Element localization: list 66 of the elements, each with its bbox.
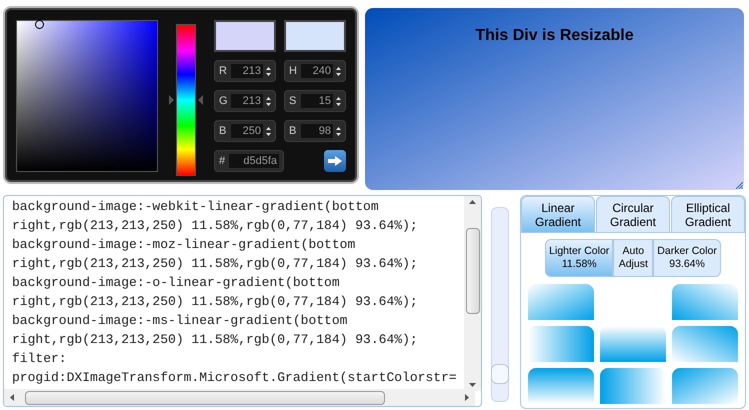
code-line: filter:: [12, 350, 67, 368]
option-button[interactable]: Darker Color 93.64%: [653, 239, 721, 277]
field-value: 213: [231, 94, 263, 108]
option-button[interactable]: Lighter Color 11.58%: [545, 239, 614, 277]
number-field[interactable]: B 250: [214, 120, 276, 142]
saturation-value-square[interactable]: [16, 20, 158, 172]
scroll-right-icon[interactable]: [465, 394, 469, 401]
field-value: 250: [231, 124, 263, 138]
code-line: right,rgb(213,213,250) 11.58%,rgb(0,77,184) 93.64%);: [12, 331, 418, 349]
horizontal-scrollbar[interactable]: [4, 389, 475, 406]
gradient-preset[interactable]: [600, 326, 666, 362]
scroll-down-icon[interactable]: [469, 383, 476, 387]
code-line: background-image:-moz-linear-gradient(bottom: [12, 236, 356, 254]
field-label: B: [219, 124, 228, 139]
hue-bar[interactable]: [176, 24, 196, 176]
spinner-icon[interactable]: [266, 126, 271, 136]
resize-handle-icon[interactable]: [736, 182, 743, 189]
gradient-preset[interactable]: [528, 368, 594, 404]
gradient-tab[interactable]: Elliptical Gradient: [671, 196, 745, 232]
field-label: H: [289, 64, 298, 79]
number-field[interactable]: R 213: [214, 60, 276, 82]
hex-field[interactable]: # d5d5fa: [214, 150, 284, 172]
spinner-icon[interactable]: [336, 66, 341, 76]
code-line: background-image:-o-linear-gradient(bottom: [12, 274, 340, 292]
preview-title: This Div is Resizable: [475, 26, 634, 46]
code-line: background-image:-webkit-linear-gradient(bottom: [12, 198, 379, 216]
option-button[interactable]: Auto Adjust: [613, 239, 654, 277]
field-value: 213: [231, 64, 263, 78]
triangle-icon: [198, 95, 203, 105]
slider-thumb[interactable]: [491, 364, 510, 384]
apply-button[interactable]: [324, 150, 346, 172]
triangle-icon: [169, 95, 174, 105]
code-line: progid:DXImageTransform.Microsoft.Gradient(startColorstr=: [12, 369, 457, 387]
gradient-preset[interactable]: [600, 368, 666, 404]
code-line: right,rgb(213,213,250) 11.58%,rgb(0,77,184) 93.64%);: [12, 217, 418, 235]
code-line: right,rgb(213,213,250) 11.58%,rgb(0,77,184) 93.64%);: [12, 255, 418, 273]
number-field[interactable]: H 240: [284, 60, 346, 82]
scroll-left-icon[interactable]: [10, 394, 14, 401]
number-field[interactable]: S 15: [284, 90, 346, 112]
arrow-right-icon: [328, 156, 342, 166]
field-value: d5d5fa: [229, 154, 279, 168]
gradient-tab[interactable]: Circular Gradient: [596, 196, 670, 232]
field-value: 15: [301, 94, 333, 108]
code-box[interactable]: [3, 195, 482, 407]
field-value: 240: [301, 64, 333, 78]
field-label: B: [289, 124, 298, 139]
number-field[interactable]: G 213: [214, 90, 276, 112]
spinner-icon[interactable]: [266, 96, 271, 106]
field-label: S: [289, 94, 298, 109]
field-label: G: [219, 94, 228, 109]
code-line: right,rgb(213,213,250) 11.58%,rgb(0,77,184) 93.64%);: [12, 293, 418, 311]
vertical-scrollbar[interactable]: [464, 196, 482, 391]
scroll-up-icon[interactable]: [469, 200, 476, 204]
scrollbar-thumb[interactable]: [466, 228, 480, 314]
slider-track[interactable]: [491, 207, 509, 402]
spinner-icon[interactable]: [266, 66, 271, 76]
number-field[interactable]: B 98: [284, 120, 346, 142]
spinner-icon[interactable]: [336, 126, 341, 136]
code-line: background-image:-ms-linear-gradient(bottom: [12, 312, 348, 330]
gradient-preset[interactable]: [528, 326, 594, 362]
field-value: 98: [301, 124, 333, 138]
field-label: R: [219, 64, 228, 79]
gradient-tab[interactable]: Linear Gradient: [521, 196, 595, 232]
field-label: #: [219, 154, 226, 169]
scrollbar-thumb[interactable]: [25, 390, 385, 404]
spinner-icon[interactable]: [336, 96, 341, 106]
